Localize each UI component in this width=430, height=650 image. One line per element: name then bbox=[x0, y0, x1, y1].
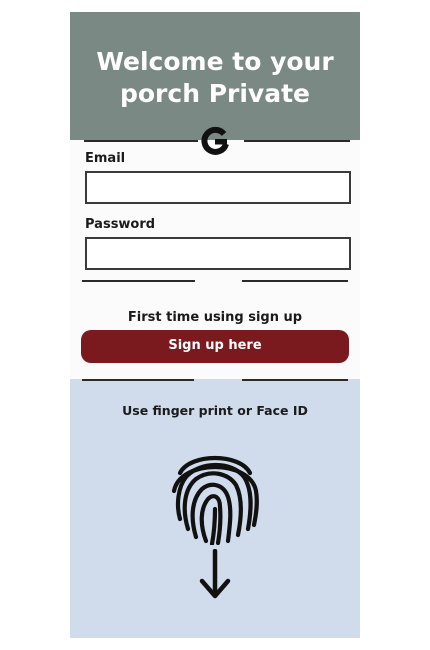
email-field[interactable] bbox=[85, 171, 351, 204]
fingerprint-icon[interactable] bbox=[166, 445, 264, 547]
google-icon[interactable] bbox=[198, 124, 232, 158]
divider-right bbox=[244, 140, 350, 142]
header: Welcome to your porch Private bbox=[70, 12, 360, 140]
divider-right bbox=[242, 379, 348, 381]
password-label: Password bbox=[85, 217, 156, 232]
biometric-panel: Use finger print or Face ID bbox=[70, 379, 360, 638]
divider-left bbox=[84, 140, 198, 142]
signup-button[interactable]: Sign up here bbox=[81, 330, 349, 363]
arrow-down-icon bbox=[199, 548, 231, 601]
signup-hint: First time using sign up bbox=[127, 310, 303, 325]
divider-right bbox=[242, 280, 348, 282]
page-title: Welcome to your porch Private bbox=[96, 47, 334, 108]
divider-left bbox=[82, 379, 194, 381]
login-screen: Welcome to your porch Private Email Pass… bbox=[70, 12, 360, 638]
password-field[interactable] bbox=[85, 237, 351, 270]
biometric-text: Use finger print or Face ID bbox=[122, 403, 308, 418]
email-label: Email bbox=[85, 151, 126, 166]
divider-left bbox=[82, 280, 195, 282]
